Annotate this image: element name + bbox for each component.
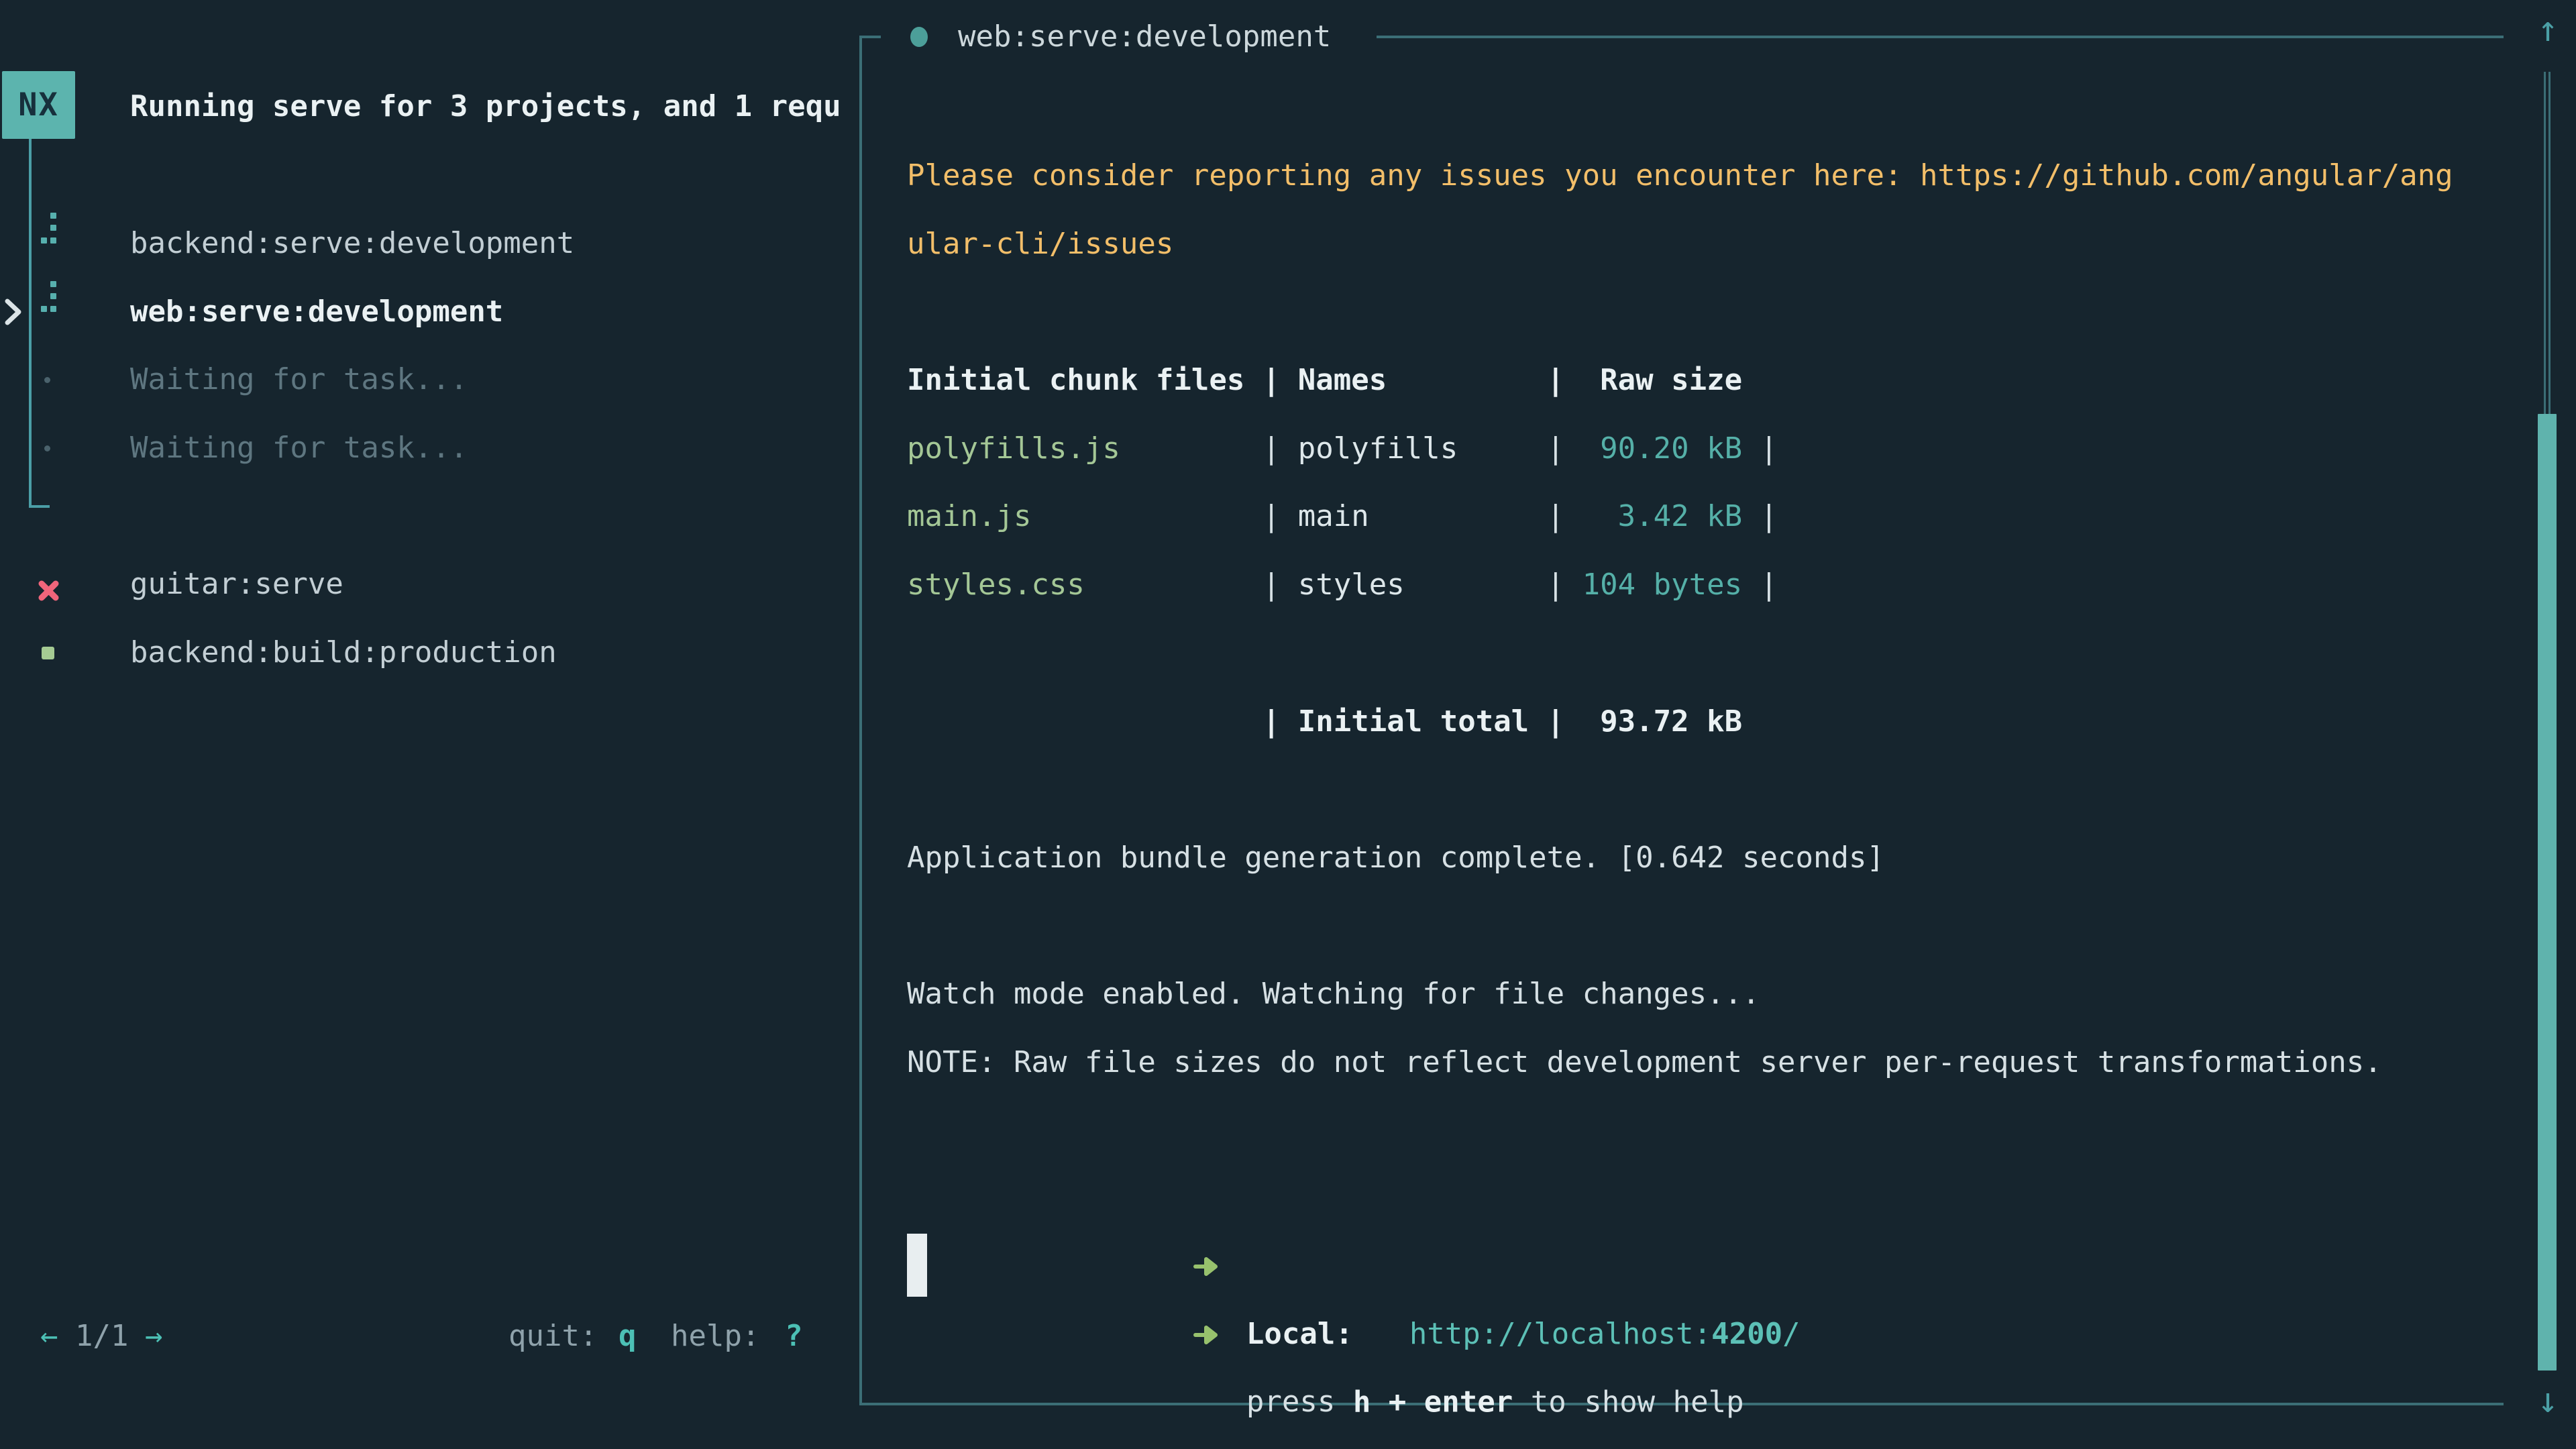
pipe: | [1742,568,1778,602]
pipe: | [1547,704,1565,739]
scroll-up-arrow[interactable]: ↑ [2528,9,2568,50]
local-url-line: Local:http://localhost:4200/ [907,1097,2517,1165]
spinner-icon [41,281,57,320]
url-prefix: http://localhost: [1409,1317,1711,1351]
scrollbar-track-line-left [2544,72,2546,414]
pipe: | [1547,568,1565,602]
task-label: Waiting for task... [130,415,468,482]
blank-line [907,755,2517,824]
pipe: | [1263,499,1281,533]
task-group-tree-foot [29,505,50,508]
panel-border-top-stub [859,36,881,38]
pipe: | [1263,431,1281,466]
chunk-size: 3.42 kB [1564,499,1742,533]
task-row-backend-serve[interactable]: backend:serve:development [0,210,852,277]
hint-keys: h + enter [1353,1385,1513,1419]
nx-logo-text: NX [18,87,59,123]
chunk-size: 104 bytes [1564,568,1742,602]
chunk-file: polyfills.js [907,431,1263,466]
scroll-down-arrow[interactable]: ↓ [2528,1381,2568,1421]
initial-total-row: | Initial total | 93.72 kB [907,688,2517,756]
pipe: | [1547,431,1565,466]
chunk-table-row: styles.css | styles | 104 bytes | [907,551,2517,619]
total-label: Initial total [1280,704,1546,739]
task-row-web-serve-selected[interactable]: web:serve:development [0,278,852,345]
quit-key: q [619,1303,637,1370]
warning-line-2: ular-cli/issues [907,210,2517,278]
url-port: 4200 [1711,1317,1782,1351]
chunk-table-header: Initial chunk files | Names | Raw size [907,346,2517,415]
cursor-line [907,1233,2517,1301]
task-label: guitar:serve [130,551,343,618]
selection-chevron-icon [3,298,23,333]
task-label: Waiting for task... [130,346,468,413]
nx-logo: NX [2,71,75,139]
pipe: | [1742,499,1778,533]
watch-mode-line: Watch mode enabled. Watching for file ch… [907,960,2517,1028]
page-indicator: 1/1 [75,1303,128,1370]
chunk-file: main.js [907,499,1263,533]
hint-pre: press [1246,1385,1353,1419]
url-suffix: / [1782,1317,1801,1351]
scrollbar-track-line-right [2548,72,2551,414]
help-key: ? [785,1303,803,1370]
panel-title: web:serve:development [958,3,1331,70]
blank-line [907,619,2517,688]
chunk-name: polyfills [1280,431,1546,466]
panel-border-top [1377,36,2504,38]
chunk-file: styles.css [907,568,1263,602]
pipe: | [1547,363,1565,397]
sidebar-header: Running serve for 3 projects, and 1 requ [130,73,858,140]
page-next-arrow[interactable]: → [145,1303,163,1370]
pipe: | [1263,704,1281,739]
help-hint-label: help: [671,1303,759,1370]
pipe: | [1263,568,1281,602]
task-label: backend:serve:development [130,210,574,277]
spinner-icon [41,213,57,252]
panel-border-left [859,36,862,1405]
pad [907,704,1263,739]
note-line: NOTE: Raw file sizes do not reflect deve… [907,1028,2517,1097]
task-row-waiting-2[interactable]: Waiting for task... [0,415,852,482]
nx-tui-window: NX Running serve for 3 projects, and 1 r… [0,0,2576,1449]
failed-x-icon [38,574,59,608]
hint-post: to show help [1513,1385,1743,1419]
pipe: | [1263,363,1281,397]
task-label: backend:build:production [130,619,557,686]
pipe: | [1742,431,1778,466]
chunk-table-row: polyfills.js | polyfills | 90.20 kB | [907,415,2517,483]
success-square-icon [42,647,54,659]
local-url[interactable]: http://localhost:4200/ [1409,1317,1801,1351]
help-hint-line: press h + enter to show help [907,1165,2517,1233]
page-prev-arrow[interactable]: ← [40,1303,58,1370]
chunk-table-row: main.js | main | 3.42 kB | [907,482,2517,551]
chunk-size: 90.20 kB [1564,431,1742,466]
chunk-name: styles [1280,568,1546,602]
bundle-complete-line: Application bundle generation complete. … [907,824,2517,892]
task-row-waiting-1[interactable]: Waiting for task... [0,346,852,413]
local-label: Local: [1246,1317,1353,1351]
chunk-name: main [1280,499,1546,533]
task-row-backend-build[interactable]: backend:build:production [0,619,852,686]
warning-line-1: Please consider reporting any issues you… [907,142,2517,210]
quit-hint-label: quit: [508,1303,597,1370]
header-files: Initial chunk files [907,363,1263,397]
header-names: Names [1280,363,1546,397]
task-label: web:serve:development [130,278,503,345]
terminal-output: Please consider reporting any issues you… [907,142,2517,1301]
waiting-dot-icon [44,377,50,383]
total-size: 93.72 kB [1564,704,1742,739]
blank-line [907,892,2517,961]
waiting-dot-icon [44,445,50,451]
blank-line [907,278,2517,346]
header-raw-size: Raw size [1564,363,1742,397]
task-row-guitar-serve[interactable]: guitar:serve [0,551,852,618]
pipe: | [1547,499,1565,533]
panel-status-bullet-icon [910,27,928,47]
scrollbar-thumb[interactable] [2538,414,2557,1371]
terminal-block-cursor [907,1234,927,1297]
